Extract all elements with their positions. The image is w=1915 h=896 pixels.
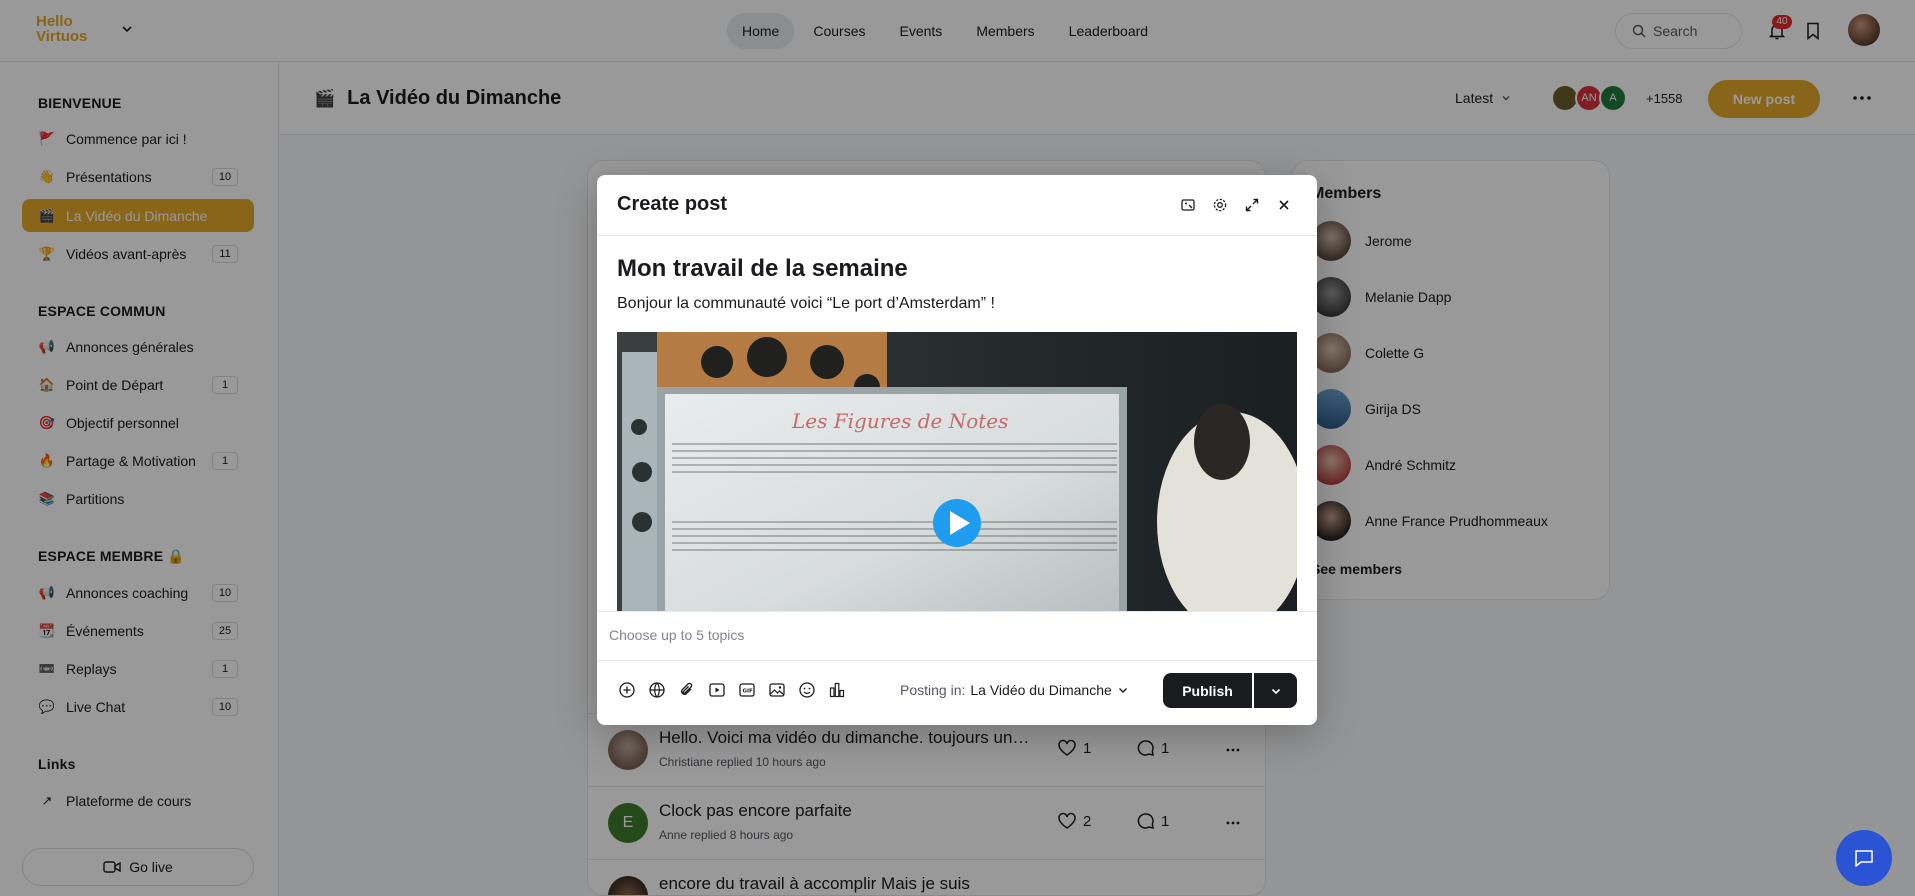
modal-header: Create post [597, 175, 1317, 236]
post-body-editor[interactable]: Bonjour la communauté voici “Le port d’A… [617, 295, 995, 313]
chat-widget-button[interactable] [1836, 830, 1892, 886]
embed-icon[interactable] [647, 680, 667, 700]
chevron-down-icon [1118, 688, 1127, 693]
add-icon[interactable] [617, 680, 637, 700]
modal-title: Create post [617, 193, 728, 215]
gif-icon[interactable]: GIF [737, 680, 757, 700]
poll-icon[interactable] [827, 680, 847, 700]
gear-icon[interactable] [1210, 195, 1230, 215]
create-post-modal: Create post Mon travail de la semaine Bo… [597, 175, 1317, 725]
image-icon[interactable] [767, 680, 787, 700]
chat-icon [1855, 850, 1873, 867]
publish-button[interactable]: Publish [1163, 673, 1252, 708]
cover-image-icon[interactable] [1178, 195, 1198, 215]
video-embed[interactable]: Les Figures de Notes [617, 332, 1297, 611]
post-title-input[interactable]: Mon travail de la semaine [617, 255, 908, 283]
whiteboard-text: Les Figures de Notes [791, 409, 1008, 433]
video-icon[interactable] [707, 680, 727, 700]
posting-in-selector[interactable]: Posting in: La Vidéo du Dimanche [900, 682, 1129, 698]
video-frame: Les Figures de Notes [617, 332, 1297, 611]
publish-options-button[interactable] [1254, 673, 1297, 708]
expand-icon[interactable] [1242, 195, 1262, 215]
close-icon[interactable] [1274, 195, 1294, 215]
editor-toolbar: GIF [617, 680, 847, 700]
space-name: La Vidéo du Dimanche [970, 682, 1112, 698]
emoji-icon[interactable] [797, 680, 817, 700]
svg-text:GIF: GIF [743, 689, 754, 695]
chevron-down-icon [1271, 688, 1280, 694]
attachment-icon[interactable] [677, 680, 697, 700]
topics-input[interactable]: Choose up to 5 topics [597, 611, 1317, 661]
